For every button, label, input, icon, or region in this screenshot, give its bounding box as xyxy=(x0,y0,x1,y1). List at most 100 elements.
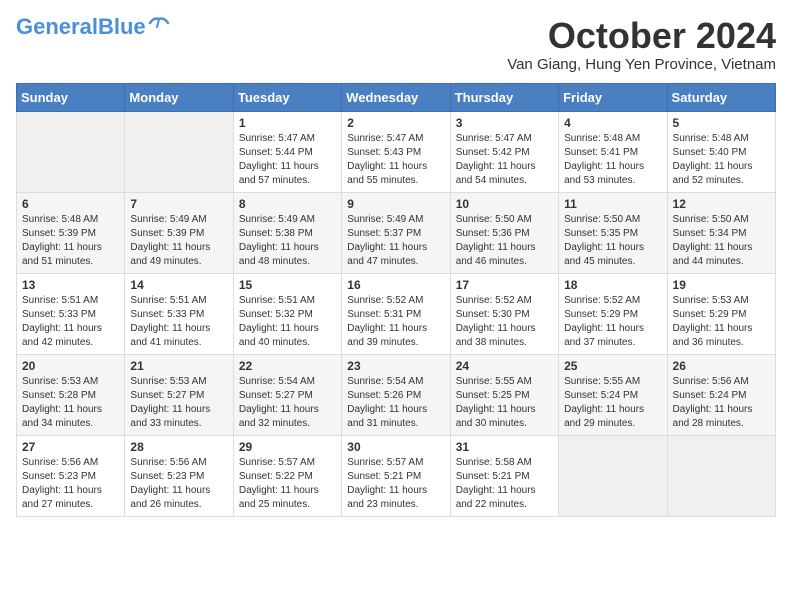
day-info: Sunrise: 5:51 AMSunset: 5:33 PMDaylight:… xyxy=(22,294,119,350)
day-number: 23 xyxy=(347,359,444,373)
calendar-cell: 20Sunrise: 5:53 AMSunset: 5:28 PMDayligh… xyxy=(17,354,125,435)
day-info: Sunrise: 5:54 AMSunset: 5:27 PMDaylight:… xyxy=(239,375,336,431)
day-info: Sunrise: 5:51 AMSunset: 5:32 PMDaylight:… xyxy=(239,294,336,350)
day-number: 22 xyxy=(239,359,336,373)
day-number: 31 xyxy=(456,440,553,454)
day-number: 6 xyxy=(22,197,119,211)
weekday-header-sunday: Sunday xyxy=(17,83,125,111)
day-number: 13 xyxy=(22,278,119,292)
day-info: Sunrise: 5:56 AMSunset: 5:23 PMDaylight:… xyxy=(22,456,119,512)
calendar-cell: 7 Sunrise: 5:49 AMSunset: 5:39 PMDaylight… xyxy=(125,192,233,273)
day-info: Sunrise: 5:57 AMSunset: 5:21 PMDaylight:… xyxy=(347,456,444,512)
calendar-cell: 1Sunrise: 5:47 AMSunset: 5:44 PMDaylight… xyxy=(233,111,341,192)
calendar-cell: 4Sunrise: 5:48 AMSunset: 5:41 PMDaylight… xyxy=(559,111,667,192)
day-info: Sunrise: 5:49 AMSunset: 5:39 PMDaylight:… xyxy=(130,213,227,269)
day-info: Sunrise: 5:47 AMSunset: 5:42 PMDaylight:… xyxy=(456,132,553,188)
calendar-cell: 26 Sunrise: 5:56 AMSunset: 5:24 PMDayligh… xyxy=(667,354,775,435)
day-info: Sunrise: 5:53 AMSunset: 5:28 PMDaylight:… xyxy=(22,375,119,431)
calendar-cell xyxy=(17,111,125,192)
calendar-cell: 24 Sunrise: 5:55 AMSunset: 5:25 PMDayligh… xyxy=(450,354,558,435)
day-number: 5 xyxy=(673,116,770,130)
day-info: Sunrise: 5:51 AMSunset: 5:33 PMDaylight:… xyxy=(130,294,227,350)
day-info: Sunrise: 5:52 AMSunset: 5:30 PMDaylight:… xyxy=(456,294,553,350)
day-info: Sunrise: 5:47 AMSunset: 5:43 PMDaylight:… xyxy=(347,132,444,188)
day-number: 12 xyxy=(673,197,770,211)
day-number: 14 xyxy=(130,278,227,292)
day-number: 21 xyxy=(130,359,227,373)
title-section: October 2024 Van Giang, Hung Yen Provinc… xyxy=(507,16,776,73)
calendar-table: SundayMondayTuesdayWednesdayThursdayFrid… xyxy=(16,83,776,517)
calendar-cell: 3 Sunrise: 5:47 AMSunset: 5:42 PMDaylight… xyxy=(450,111,558,192)
calendar-cell: 31 Sunrise: 5:58 AMSunset: 5:21 PMDayligh… xyxy=(450,435,558,516)
calendar-cell: 9Sunrise: 5:49 AMSunset: 5:37 PMDaylight… xyxy=(342,192,450,273)
calendar-cell: 2Sunrise: 5:47 AMSunset: 5:43 PMDaylight… xyxy=(342,111,450,192)
calendar-cell: 17 Sunrise: 5:52 AMSunset: 5:30 PMDayligh… xyxy=(450,273,558,354)
calendar-cell xyxy=(667,435,775,516)
day-info: Sunrise: 5:56 AMSunset: 5:23 PMDaylight:… xyxy=(130,456,227,512)
day-info: Sunrise: 5:49 AMSunset: 5:38 PMDaylight:… xyxy=(239,213,336,269)
day-info: Sunrise: 5:50 AMSunset: 5:36 PMDaylight:… xyxy=(456,213,553,269)
day-number: 10 xyxy=(456,197,553,211)
calendar-cell: 18 Sunrise: 5:52 AMSunset: 5:29 PMDayligh… xyxy=(559,273,667,354)
day-info: Sunrise: 5:52 AMSunset: 5:29 PMDaylight:… xyxy=(564,294,661,350)
day-info: Sunrise: 5:53 AMSunset: 5:27 PMDaylight:… xyxy=(130,375,227,431)
calendar-cell: 10 Sunrise: 5:50 AMSunset: 5:36 PMDayligh… xyxy=(450,192,558,273)
logo: GeneralBlue xyxy=(16,16,170,38)
logo-text: GeneralBlue xyxy=(16,16,146,38)
day-number: 18 xyxy=(564,278,661,292)
day-number: 9 xyxy=(347,197,444,211)
weekday-header-monday: Monday xyxy=(125,83,233,111)
day-number: 19 xyxy=(673,278,770,292)
day-number: 24 xyxy=(456,359,553,373)
day-number: 15 xyxy=(239,278,336,292)
day-number: 16 xyxy=(347,278,444,292)
day-info: Sunrise: 5:56 AMSunset: 5:24 PMDaylight:… xyxy=(673,375,770,431)
day-info: Sunrise: 5:47 AMSunset: 5:44 PMDaylight:… xyxy=(239,132,336,188)
calendar-cell: 29Sunrise: 5:57 AMSunset: 5:22 PMDayligh… xyxy=(233,435,341,516)
day-number: 25 xyxy=(564,359,661,373)
day-number: 26 xyxy=(673,359,770,373)
calendar-cell xyxy=(125,111,233,192)
page-header: GeneralBlue October 2024 Van Giang, Hung… xyxy=(16,16,776,73)
day-number: 29 xyxy=(239,440,336,454)
calendar-cell: 28 Sunrise: 5:56 AMSunset: 5:23 PMDayligh… xyxy=(125,435,233,516)
day-info: Sunrise: 5:53 AMSunset: 5:29 PMDaylight:… xyxy=(673,294,770,350)
day-number: 8 xyxy=(239,197,336,211)
weekday-header-friday: Friday xyxy=(559,83,667,111)
calendar-cell: 21 Sunrise: 5:53 AMSunset: 5:27 PMDayligh… xyxy=(125,354,233,435)
calendar-cell: 5Sunrise: 5:48 AMSunset: 5:40 PMDaylight… xyxy=(667,111,775,192)
calendar-cell: 14 Sunrise: 5:51 AMSunset: 5:33 PMDayligh… xyxy=(125,273,233,354)
day-info: Sunrise: 5:52 AMSunset: 5:31 PMDaylight:… xyxy=(347,294,444,350)
calendar-cell xyxy=(559,435,667,516)
day-number: 7 xyxy=(130,197,227,211)
calendar-cell: 6 Sunrise: 5:48 AMSunset: 5:39 PMDaylight… xyxy=(17,192,125,273)
day-info: Sunrise: 5:48 AMSunset: 5:39 PMDaylight:… xyxy=(22,213,119,269)
day-info: Sunrise: 5:58 AMSunset: 5:21 PMDaylight:… xyxy=(456,456,553,512)
calendar-cell: 23 Sunrise: 5:54 AMSunset: 5:26 PMDayligh… xyxy=(342,354,450,435)
calendar-cell: 13 Sunrise: 5:51 AMSunset: 5:33 PMDayligh… xyxy=(17,273,125,354)
day-info: Sunrise: 5:54 AMSunset: 5:26 PMDaylight:… xyxy=(347,375,444,431)
logo-bird-icon xyxy=(148,15,170,31)
calendar-cell: 11 Sunrise: 5:50 AMSunset: 5:35 PMDayligh… xyxy=(559,192,667,273)
month-title: October 2024 xyxy=(507,16,776,56)
weekday-header-wednesday: Wednesday xyxy=(342,83,450,111)
day-number: 3 xyxy=(456,116,553,130)
calendar-week-3: 13 Sunrise: 5:51 AMSunset: 5:33 PMDayligh… xyxy=(17,273,776,354)
day-number: 28 xyxy=(130,440,227,454)
day-number: 4 xyxy=(564,116,661,130)
day-info: Sunrise: 5:50 AMSunset: 5:35 PMDaylight:… xyxy=(564,213,661,269)
day-number: 30 xyxy=(347,440,444,454)
weekday-header-row: SundayMondayTuesdayWednesdayThursdayFrid… xyxy=(17,83,776,111)
calendar-cell: 27Sunrise: 5:56 AMSunset: 5:23 PMDayligh… xyxy=(17,435,125,516)
weekday-header-saturday: Saturday xyxy=(667,83,775,111)
calendar-cell: 30 Sunrise: 5:57 AMSunset: 5:21 PMDayligh… xyxy=(342,435,450,516)
calendar-cell: 22 Sunrise: 5:54 AMSunset: 5:27 PMDayligh… xyxy=(233,354,341,435)
calendar-week-2: 6 Sunrise: 5:48 AMSunset: 5:39 PMDaylight… xyxy=(17,192,776,273)
calendar-week-5: 27Sunrise: 5:56 AMSunset: 5:23 PMDayligh… xyxy=(17,435,776,516)
calendar-week-1: 1Sunrise: 5:47 AMSunset: 5:44 PMDaylight… xyxy=(17,111,776,192)
day-number: 17 xyxy=(456,278,553,292)
calendar-cell: 16 Sunrise: 5:52 AMSunset: 5:31 PMDayligh… xyxy=(342,273,450,354)
day-number: 11 xyxy=(564,197,661,211)
day-info: Sunrise: 5:55 AMSunset: 5:25 PMDaylight:… xyxy=(456,375,553,431)
day-info: Sunrise: 5:50 AMSunset: 5:34 PMDaylight:… xyxy=(673,213,770,269)
